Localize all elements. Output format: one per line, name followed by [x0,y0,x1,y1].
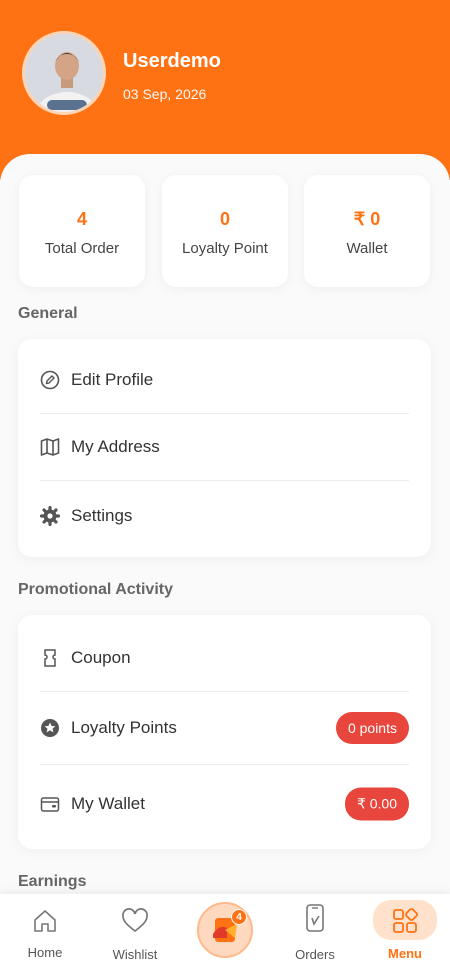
general-card: Edit Profile My Address Settings [18,339,431,557]
profile-header: Userdemo 03 Sep, 2026 [0,0,450,180]
menu-item-my-address[interactable]: My Address [40,414,409,481]
stat-value: 0 [219,209,230,229]
nav-orders[interactable]: Orders [280,894,350,975]
menu-item-label: Settings [71,505,133,525]
stat-label: Total Order [44,240,120,257]
nav-home[interactable]: Home [10,894,80,975]
nav-label: Orders [295,947,335,962]
section-title-promotional: Promotional Activity [18,581,173,598]
avatar-image [25,34,103,112]
menu-item-settings[interactable]: Settings [40,482,409,549]
user-date: 03 Sep, 2026 [123,86,207,102]
promo-card: Coupon Loyalty Points 0 points My Wallet… [18,615,431,849]
avatar[interactable] [22,31,106,115]
wallet-icon [40,794,60,814]
nav-label: Home [27,945,63,960]
stat-total-order[interactable]: 4 Total Order [19,175,145,287]
cart-count-badge: 4 [231,909,247,925]
menu-item-label: Loyalty Points [71,718,177,737]
user-name: Userdemo [123,50,221,72]
stat-value: 4 [76,209,87,229]
stat-label: Loyalty Point [182,240,268,257]
edit-icon [40,370,60,390]
nav-label: Wishlist [112,947,158,962]
section-title-earnings: Earnings [18,873,87,890]
map-icon [40,437,60,457]
menu-item-edit-profile[interactable]: Edit Profile [40,347,409,414]
stat-loyalty-point[interactable]: 0 Loyalty Point [162,175,288,287]
stat-wallet[interactable]: ₹ 0 Wallet [304,175,430,287]
stat-label: Wallet [346,240,388,257]
heart-icon [120,906,150,936]
menu-item-loyalty-points[interactable]: Loyalty Points 0 points [40,692,409,765]
star-icon [40,718,60,738]
home-icon [30,906,60,936]
section-title-general: General [18,305,78,322]
gear-icon [40,505,60,526]
menu-item-label: Coupon [71,648,131,667]
stat-value: ₹ 0 [353,209,381,229]
menu-item-my-wallet[interactable]: My Wallet ₹ 0.00 [40,770,409,838]
loyalty-points-badge: 0 points [335,712,409,744]
menu-item-label: Edit Profile [71,370,154,389]
grid-icon [390,906,420,936]
menu-item-label: My Wallet [71,794,145,813]
menu-item-label: My Address [71,437,160,456]
nav-label: Menu [388,946,422,961]
coupon-icon [40,648,60,668]
wallet-balance-badge: ₹ 0.00 [344,787,409,821]
nav-menu[interactable]: Menu [370,894,440,975]
orders-icon [300,904,330,934]
nav-wishlist[interactable]: Wishlist [100,894,170,975]
menu-item-coupon[interactable]: Coupon [40,625,409,692]
